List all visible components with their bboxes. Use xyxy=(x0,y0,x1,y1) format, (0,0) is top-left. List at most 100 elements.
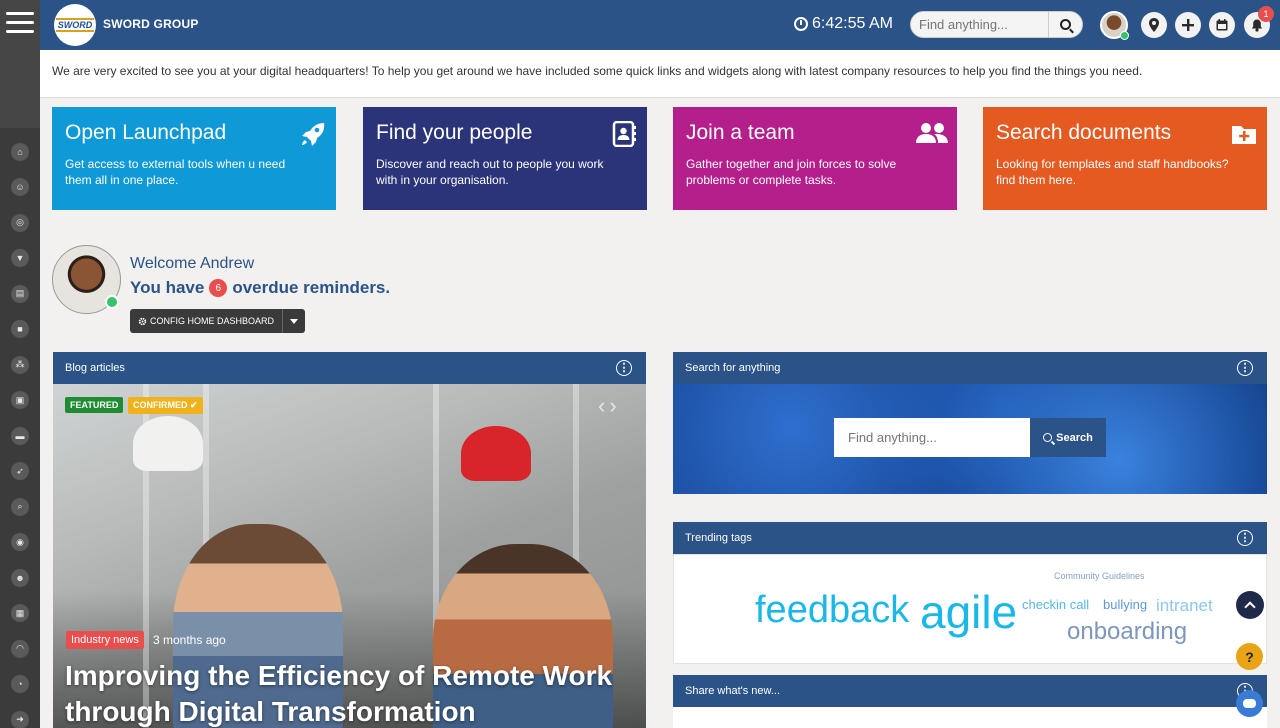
featured-tag: FEATURED xyxy=(65,397,124,413)
chevron-left-icon[interactable]: ‹ xyxy=(598,393,609,418)
rail-item-news[interactable]: ▤ xyxy=(0,276,40,312)
scroll-to-top-button[interactable] xyxy=(1236,591,1264,619)
inbox-icon: ▣ xyxy=(11,391,29,410)
tile-join-a-team[interactable]: Join a team Gather together and join for… xyxy=(673,107,957,210)
rail-item-search[interactable]: ⌕ xyxy=(0,489,40,525)
clock-icon xyxy=(794,17,808,31)
filter-icon: ▼ xyxy=(11,249,29,268)
header-search xyxy=(910,11,1083,38)
category-tag[interactable]: Industry news xyxy=(66,631,144,649)
tile-title: Find your people xyxy=(376,121,533,144)
people-icon: ☺ xyxy=(11,178,29,197)
share-panel-header: Share what's new... ⋮ xyxy=(673,675,1267,707)
company-logo[interactable]: SWORD xyxy=(54,4,96,46)
brand-name: SWORD GROUP xyxy=(103,17,199,31)
reminders-count-badge[interactable]: 6 xyxy=(209,279,228,297)
rail-item-chat[interactable]: ◉ xyxy=(0,525,40,561)
config-dashboard-button[interactable]: CONFIG HOME DASHBOARD xyxy=(130,309,283,333)
tag-word[interactable]: bullying xyxy=(1103,597,1147,612)
share-panel-title: Share what's new... xyxy=(685,685,781,697)
confirmed-label: CONFIRMED xyxy=(133,400,188,410)
tile-description: Get access to external tools when u need… xyxy=(65,157,286,187)
notification-count-badge: 1 xyxy=(1258,6,1274,22)
folder-plus-icon xyxy=(1232,126,1256,144)
post-time: 3 months ago xyxy=(153,633,226,647)
rocket-icon xyxy=(302,123,325,146)
check-icon: ✔ xyxy=(190,400,198,410)
rail-item-org-chart[interactable]: ⁂ xyxy=(0,347,40,383)
rail-item-dashboard[interactable]: ◠ xyxy=(0,631,40,667)
tag-word[interactable]: feedback xyxy=(755,589,909,632)
rail-item-folder[interactable]: ▬ xyxy=(0,418,40,454)
search-panel-body: Search xyxy=(673,384,1267,494)
calendar-icon xyxy=(1216,19,1228,31)
online-status-icon xyxy=(1120,31,1129,40)
hamburger-menu-icon[interactable] xyxy=(6,12,34,34)
chat-bubble-icon xyxy=(1243,699,1256,708)
create-button[interactable] xyxy=(1175,12,1201,38)
tag-word[interactable]: Community Guidelines xyxy=(1054,571,1145,581)
share-panel-body xyxy=(673,707,1267,728)
rail-item-timer[interactable]: ◔ xyxy=(0,667,40,703)
hero-search-input[interactable] xyxy=(834,418,1030,457)
header-search-button[interactable] xyxy=(1048,12,1082,37)
tile-find-your-people[interactable]: Find your people Discover and reach out … xyxy=(363,107,647,210)
tag-word[interactable]: onboarding xyxy=(1067,618,1187,646)
rail-item-page[interactable]: ■ xyxy=(0,312,40,348)
rail-item-filter[interactable]: ▼ xyxy=(0,241,40,277)
hero-search-button[interactable]: Search xyxy=(1030,418,1106,457)
plus-icon xyxy=(1182,19,1194,31)
folder-icon: ▬ xyxy=(11,426,29,445)
clock: 6:42:55 AM xyxy=(794,15,893,33)
dashboard-icon: ◠ xyxy=(11,639,29,658)
rail-item-rocket[interactable]: ➶ xyxy=(0,454,40,490)
tile-description: Gather together and join forces to solve… xyxy=(686,157,897,187)
clock-time: 6:42:55 AM xyxy=(812,15,893,32)
location-button[interactable] xyxy=(1141,12,1167,38)
calendar-button[interactable] xyxy=(1209,12,1235,38)
team-icon: ☻ xyxy=(11,568,29,587)
chat-button[interactable] xyxy=(1236,690,1263,717)
welcome-avatar[interactable] xyxy=(52,245,121,314)
chevron-up-icon xyxy=(1244,601,1256,613)
rail-item-team[interactable]: ☻ xyxy=(0,560,40,596)
config-dashboard-dropdown[interactable] xyxy=(282,309,306,333)
tag-word[interactable]: checkin call xyxy=(1022,597,1089,612)
more-options-icon[interactable]: ⋮ xyxy=(1237,360,1253,376)
blog-carousel[interactable]: FEATURED CONFIRMED ✔ ‹› Industry news 3 … xyxy=(53,384,646,728)
config-dashboard-label: CONFIG HOME DASHBOARD xyxy=(150,316,275,326)
chevron-down-icon xyxy=(290,318,299,324)
tag-cloud: Community Guidelines feedback agile chec… xyxy=(673,554,1267,664)
gear-icon xyxy=(138,317,147,325)
rocket-icon: ➶ xyxy=(11,462,29,481)
org-chart-icon: ⁂ xyxy=(11,355,29,374)
notifications-button[interactable]: 1 xyxy=(1244,6,1274,38)
header-search-input[interactable] xyxy=(911,12,1048,37)
tag-word[interactable]: agile xyxy=(920,585,1017,639)
config-dashboard-split-button: CONFIG HOME DASHBOARD xyxy=(130,309,306,333)
help-button[interactable]: ? xyxy=(1236,643,1263,670)
user-avatar[interactable] xyxy=(1100,11,1129,40)
more-options-icon[interactable]: ⋮ xyxy=(616,360,632,376)
search-panel-title: Search for anything xyxy=(685,362,781,374)
intro-banner: We are very excited to see you at your d… xyxy=(40,50,1280,98)
rail-item-support[interactable]: ◎ xyxy=(0,205,40,241)
page-icon: ■ xyxy=(11,320,29,339)
blog-post-title[interactable]: Improving the Efficiency of Remote Work … xyxy=(65,658,635,728)
tag-word[interactable]: intranet xyxy=(1156,596,1213,616)
rail-item-inbox[interactable]: ▣ xyxy=(0,383,40,419)
tile-search-documents[interactable]: Search documents Looking for templates a… xyxy=(983,107,1267,210)
search-panel-header: Search for anything ⋮ xyxy=(673,352,1267,384)
tile-open-launchpad[interactable]: Open Launchpad Get access to external to… xyxy=(52,107,336,210)
rail-item-home[interactable]: ⌂ xyxy=(0,134,40,170)
hero-search: Search xyxy=(834,418,1106,457)
reminders-line: You have 6 overdue reminders. xyxy=(130,278,390,298)
more-options-icon[interactable]: ⋮ xyxy=(1237,530,1253,546)
chat-icon: ◉ xyxy=(11,533,29,552)
search-icon xyxy=(1043,433,1053,442)
rail-item-people[interactable]: ☺ xyxy=(0,170,40,206)
chevron-right-icon[interactable]: › xyxy=(609,393,620,418)
rail-item-logout[interactable]: ➜ xyxy=(0,702,40,728)
logout-icon: ➜ xyxy=(11,710,29,728)
rail-item-calendar[interactable]: ▦ xyxy=(0,596,40,632)
